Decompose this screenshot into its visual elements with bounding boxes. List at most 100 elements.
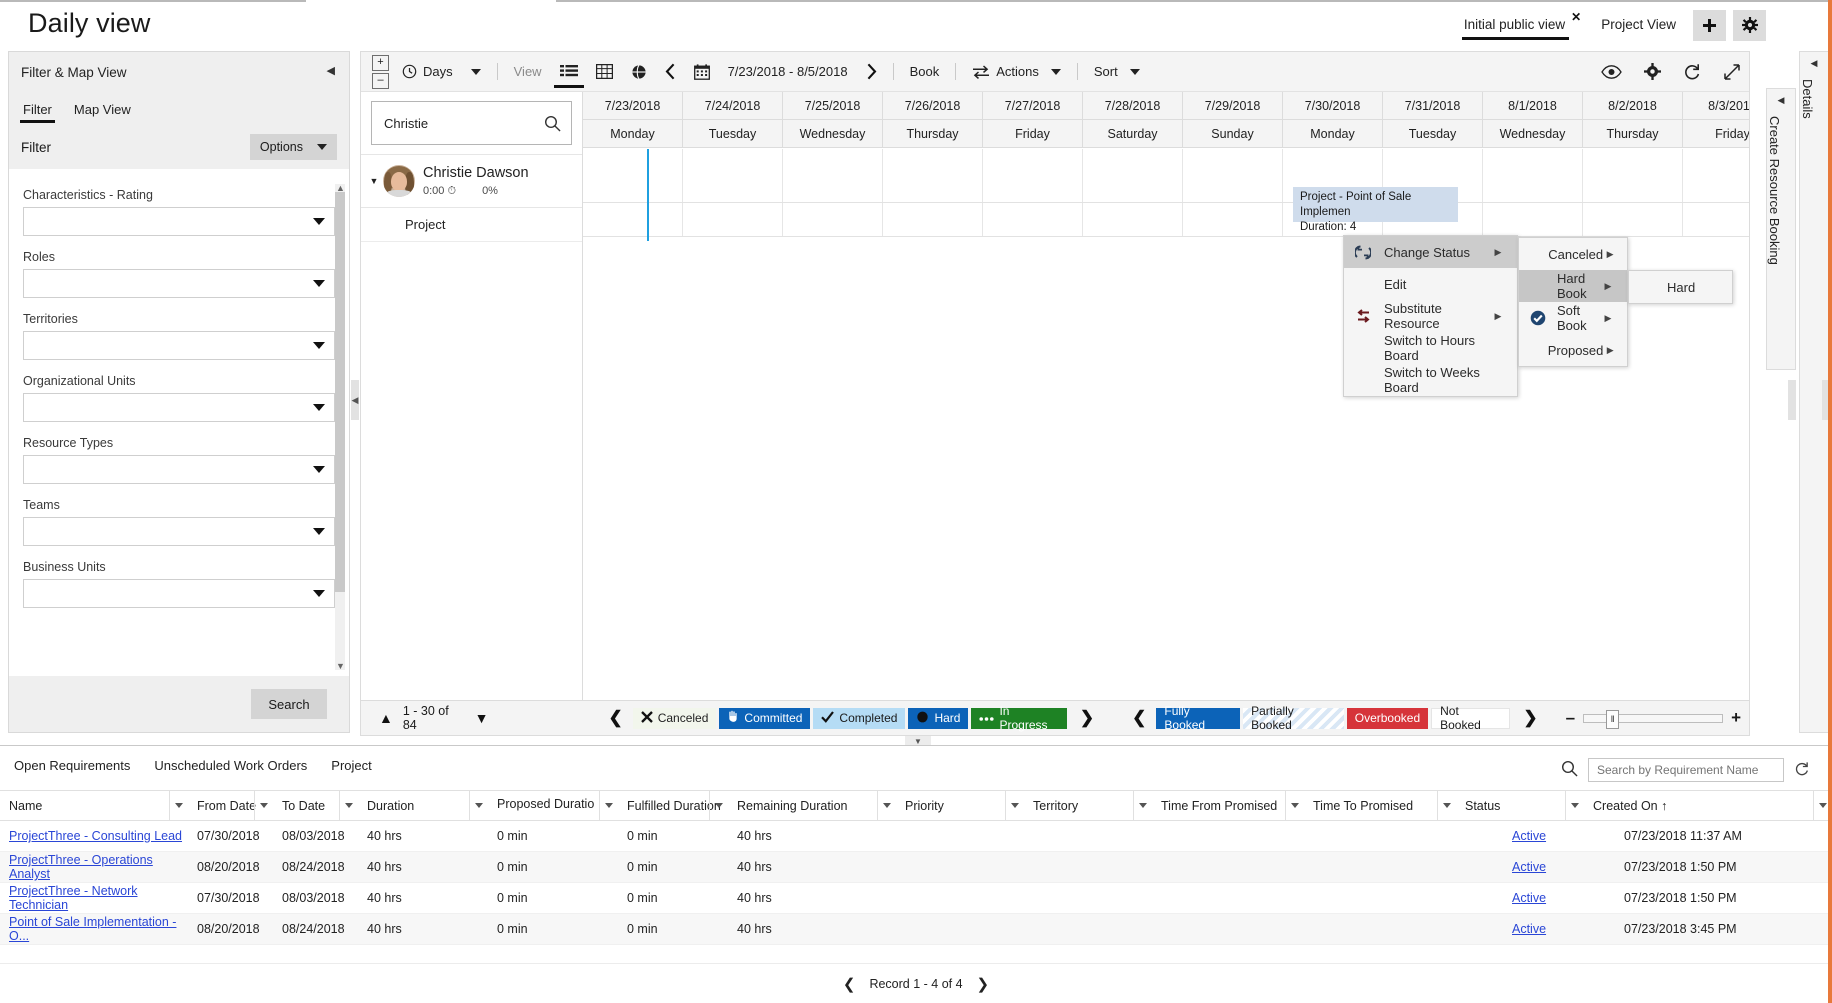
status-item-soft-book[interactable]: Soft Book ▶ — [1519, 302, 1627, 334]
status-item-canceled[interactable]: Canceled ▶ — [1519, 238, 1627, 270]
requirement-link[interactable]: ProjectThree - Consulting Lead — [9, 829, 182, 843]
column-header-proposed-duration[interactable]: Proposed Duration — [488, 790, 618, 821]
menu-item-switch-to-hours-board[interactable]: Switch to Hours Board — [1344, 332, 1517, 364]
legend-chip-fully-booked[interactable]: Fully Booked — [1156, 704, 1241, 732]
requirement-link[interactable]: ProjectThree - Network Technician — [9, 884, 138, 912]
timeline-cell[interactable] — [1183, 149, 1283, 202]
search-icon[interactable] — [1561, 760, 1578, 780]
scrollbar-thumb[interactable] — [335, 192, 345, 592]
status-link[interactable]: Active — [1512, 860, 1546, 874]
timeline-cell[interactable] — [1583, 149, 1683, 202]
legend-chip-canceled[interactable]: Canceled — [632, 707, 717, 729]
legend-chip-partially-booked[interactable]: Partially Booked — [1243, 704, 1344, 732]
chevron-left-icon[interactable]: ◀ — [327, 64, 335, 77]
scale-selector[interactable]: Days — [393, 55, 490, 89]
filter-select-organizational-units[interactable] — [23, 393, 335, 422]
filter-icon[interactable] — [254, 791, 273, 820]
chevron-down-icon[interactable]: ▼ — [465, 710, 499, 726]
legend-chip-completed[interactable]: Completed — [813, 707, 906, 729]
timeline-cell[interactable] — [883, 203, 983, 236]
zoom-slider-track[interactable]: ‖ — [1583, 709, 1724, 729]
booking-block[interactable]: Project - Point of Sale Implemen Duratio… — [1293, 187, 1458, 233]
timeline-cell[interactable] — [1483, 203, 1583, 236]
table-row[interactable]: ProjectThree - Consulting Lead 07/30/201… — [0, 820, 1832, 852]
booking-legend-prev-button[interactable]: ❮ — [1122, 708, 1156, 728]
timeline-cell[interactable] — [683, 149, 783, 202]
view-map-button[interactable] — [622, 55, 656, 89]
column-header-to-date[interactable]: To Date — [273, 790, 358, 821]
tab-open-requirements[interactable]: Open Requirements — [8, 758, 136, 797]
expand-icon[interactable] — [1723, 63, 1741, 81]
timeline-row[interactable] — [583, 149, 1749, 203]
date-range-label[interactable]: 7/23/2018 - 8/5/2018 — [719, 55, 857, 89]
hard-book-item-hard[interactable]: Hard — [1629, 271, 1732, 303]
menu-item-change-status[interactable]: Change Status ▶ — [1344, 236, 1517, 268]
resource-child-row-project[interactable]: Project — [361, 208, 582, 242]
legend-chip-in-progress[interactable]: In Progress — [971, 704, 1067, 732]
column-header-territory[interactable]: Territory — [1024, 790, 1152, 821]
timeline-cell[interactable] — [1683, 203, 1749, 236]
filter-icon[interactable] — [709, 791, 728, 820]
timeline-cell[interactable] — [1183, 203, 1283, 236]
legend-next-button[interactable]: ❯ — [1070, 708, 1104, 728]
filter-icon[interactable] — [877, 791, 896, 820]
filter-select-characteristics-rating[interactable] — [23, 207, 335, 236]
eye-icon[interactable] — [1601, 64, 1622, 79]
filter-select-resource-types[interactable] — [23, 455, 335, 484]
booking-legend-next-button[interactable]: ❯ — [1513, 708, 1547, 728]
timeline-cell[interactable] — [783, 203, 883, 236]
search-button[interactable]: Search — [251, 689, 327, 719]
resource-search-input[interactable] — [382, 114, 522, 132]
table-row[interactable]: Point of Sale Implementation - O... 08/2… — [0, 913, 1832, 945]
panel-splitter-create[interactable] — [1788, 380, 1796, 420]
tab-project[interactable]: Project — [331, 758, 371, 788]
view-list-button[interactable] — [551, 55, 587, 89]
timeline-cell[interactable] — [1583, 203, 1683, 236]
filter-panel-scrollbar[interactable]: ▲ ▼ — [335, 183, 345, 671]
column-header-remaining-duration[interactable]: Remaining Duration — [728, 790, 896, 821]
legend-chip-hard[interactable]: Hard — [908, 707, 969, 729]
filter-select-territories[interactable] — [23, 331, 335, 360]
refresh-icon[interactable] — [1794, 761, 1810, 780]
next-period-button[interactable] — [857, 55, 886, 89]
panel-splitter-left[interactable]: ◀ — [351, 380, 359, 420]
refresh-icon[interactable] — [1683, 63, 1701, 81]
status-item-hard-book[interactable]: Hard Book ▶ — [1519, 270, 1627, 302]
filter-icon[interactable] — [339, 791, 358, 820]
plus-box-icon[interactable]: + — [372, 54, 389, 71]
filter-icon[interactable] — [1437, 791, 1456, 820]
column-header-time-from-promised[interactable]: Time From Promised — [1152, 790, 1304, 821]
filter-icon[interactable] — [1133, 791, 1152, 820]
timeline-cell[interactable] — [1683, 149, 1749, 202]
filter-icon[interactable] — [469, 791, 488, 820]
column-header-from-date[interactable]: From Date — [188, 790, 273, 821]
tab-filter[interactable]: Filter — [20, 102, 55, 125]
status-link[interactable]: Active — [1512, 922, 1546, 936]
close-icon[interactable]: ✕ — [1571, 10, 1581, 24]
timeline-cell[interactable] — [1483, 149, 1583, 202]
column-header-priority[interactable]: Priority — [896, 790, 1024, 821]
filter-icon[interactable] — [169, 791, 188, 820]
legend-chip-committed[interactable]: Committed — [719, 707, 811, 729]
timeline-cell[interactable] — [883, 149, 983, 202]
filter-icon[interactable] — [599, 791, 618, 820]
table-row[interactable]: ProjectThree - Network Technician 07/30/… — [0, 882, 1832, 914]
status-item-proposed[interactable]: Proposed ▶ — [1519, 334, 1627, 366]
view-grid-button[interactable] — [587, 55, 622, 89]
menu-item-edit[interactable]: Edit — [1344, 268, 1517, 300]
actions-menu[interactable]: Actions — [963, 55, 1070, 89]
chevron-left-icon[interactable]: ◀ — [1800, 52, 1828, 69]
resource-search[interactable] — [371, 101, 572, 145]
menu-item-substitute-resource[interactable]: Substitute Resource ▶ — [1344, 300, 1517, 332]
filter-select-teams[interactable] — [23, 517, 335, 546]
prev-period-button[interactable] — [656, 55, 685, 89]
filter-select-business-units[interactable] — [23, 579, 335, 608]
add-view-button[interactable] — [1693, 9, 1726, 41]
chevron-left-icon[interactable]: ◀ — [1767, 89, 1795, 106]
timeline-cell[interactable] — [783, 149, 883, 202]
timeline-cell[interactable] — [583, 203, 683, 236]
tab-map-view[interactable]: Map View — [74, 102, 131, 125]
requirement-search-input[interactable] — [1588, 758, 1784, 782]
sort-menu[interactable]: Sort — [1085, 55, 1149, 89]
timeline-cell[interactable] — [583, 149, 683, 202]
